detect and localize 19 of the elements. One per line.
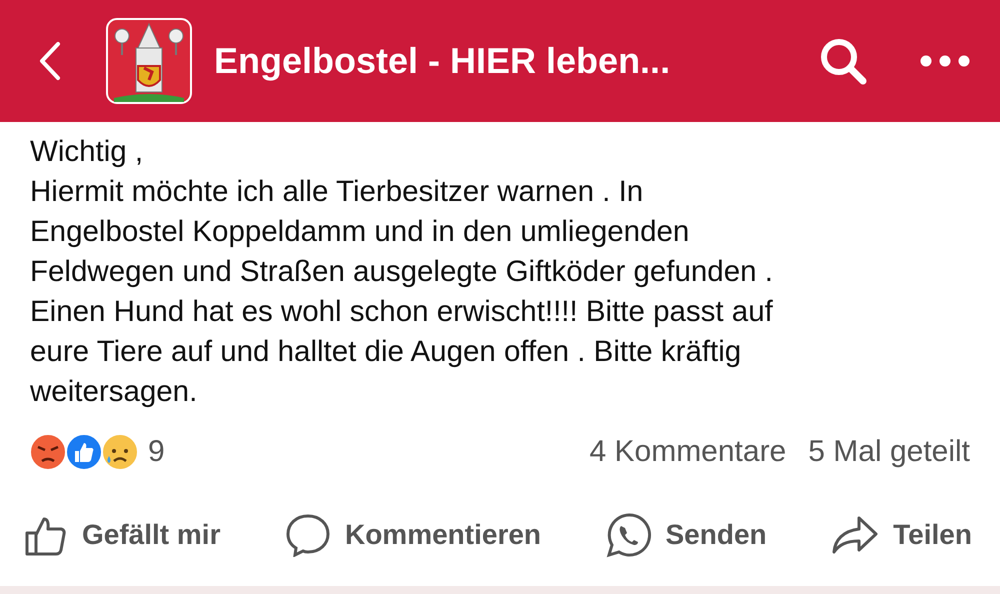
back-icon[interactable] (38, 41, 62, 81)
like-button[interactable]: Gefällt mir (24, 513, 220, 557)
more-icon[interactable] (920, 55, 970, 67)
post-text: Wichtig , Hiermit möchte ich alle Tierbesitzer warnen . In Engelbostel Koppeldamm und in den umliegenden Feldwegen und Straßen ausgelegte Giftköder gefunden . Einen Hund hat es wohl schon erwischt!!!! Bitte passt auf eure Tiere auf und halltet die Augen offen . Bitte kräftig weitersagen. (30, 134, 774, 410)
speech-bubble-icon (284, 513, 331, 557)
sad-reaction-icon (100, 432, 140, 472)
whatsapp-icon (606, 512, 652, 558)
angry-reaction-icon (28, 432, 68, 472)
share-button[interactable]: Teilen (831, 515, 972, 555)
search-icon[interactable] (818, 36, 868, 86)
send-button[interactable]: Senden (606, 512, 767, 558)
comment-count[interactable]: 4 Kommentare (589, 435, 786, 469)
comment-button[interactable]: Kommentieren (284, 513, 542, 557)
like-reaction-icon (64, 432, 104, 472)
share-count[interactable]: 5 Mal geteilt (808, 435, 970, 469)
group-title: Engelbostel - HIER leben... (214, 40, 672, 82)
reaction-count[interactable]: 9 (148, 435, 165, 469)
coat-of-arms-icon (106, 18, 192, 104)
share-arrow-icon (831, 515, 880, 555)
